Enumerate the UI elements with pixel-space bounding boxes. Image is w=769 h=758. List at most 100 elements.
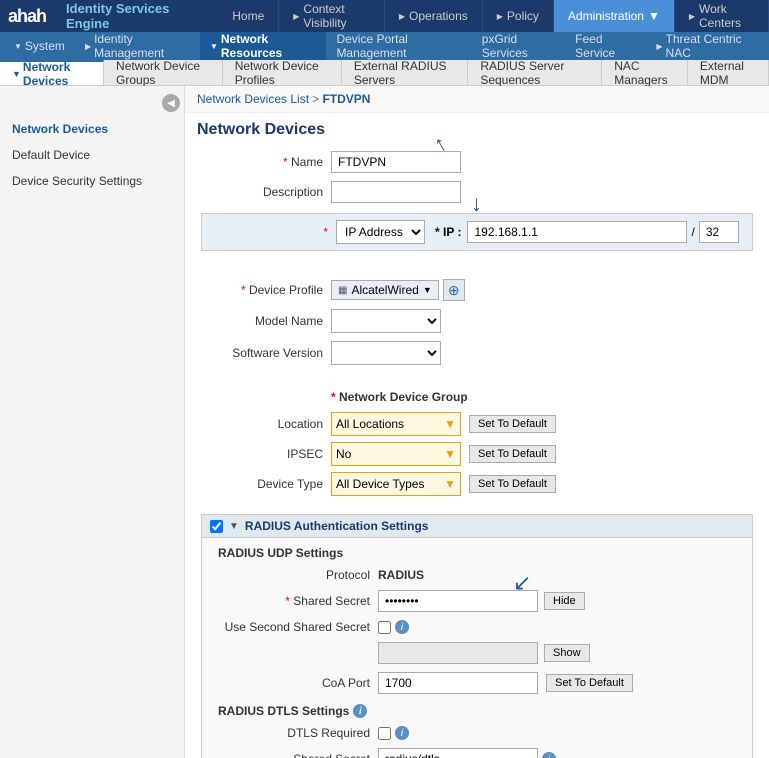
- show-btn[interactable]: Show: [544, 644, 590, 662]
- sidebar-item-device-security[interactable]: Device Security Settings: [0, 168, 184, 194]
- description-input[interactable]: [331, 181, 461, 203]
- ip-slash: /: [687, 225, 698, 239]
- name-label: Name: [201, 155, 331, 169]
- tab-network-device-profiles[interactable]: Network Device Profiles: [223, 60, 342, 85]
- nav-system[interactable]: ▼System: [4, 32, 75, 60]
- tab-external-mdm[interactable]: External MDM: [688, 60, 769, 85]
- location-set-default-btn[interactable]: Set To Default: [469, 415, 556, 433]
- coa-port-input[interactable]: [378, 672, 538, 694]
- tab-network-device-groups[interactable]: Network Device Groups: [104, 60, 223, 85]
- location-select[interactable]: All Locations ▼: [331, 412, 461, 436]
- dtls-required-row: DTLS Required i: [218, 726, 736, 740]
- nav-work-centers[interactable]: ▶Work Centers: [675, 0, 769, 32]
- nav-operations[interactable]: ▶Operations: [385, 0, 483, 32]
- name-row: Name: [201, 151, 753, 173]
- ise-title: Identity Services Engine: [54, 1, 218, 31]
- second-shared-secret-row: Show: [218, 642, 736, 664]
- model-name-select[interactable]: [331, 309, 441, 333]
- radius-udp-title: RADIUS UDP Settings: [218, 546, 736, 560]
- nav-network-resources[interactable]: ▼Network Resources: [200, 32, 327, 60]
- coa-set-default-btn[interactable]: Set To Default: [546, 674, 633, 692]
- second-shared-secret-input[interactable]: [378, 642, 538, 664]
- ipsec-dropdown-icon: ▼: [444, 447, 456, 461]
- protocol-label: Protocol: [218, 568, 378, 582]
- nav-context-visibility[interactable]: ▶Context Visibility: [279, 0, 385, 32]
- ip-input[interactable]: [467, 221, 687, 243]
- tab-network-devices[interactable]: ▼Network Devices: [0, 60, 104, 85]
- arrow-ip: ↓: [471, 191, 482, 217]
- sidebar-item-network-devices[interactable]: Network Devices: [0, 116, 184, 142]
- protocol-row: Protocol RADIUS: [218, 568, 736, 582]
- model-name-row: Model Name: [201, 309, 753, 333]
- nav-home[interactable]: Home: [218, 0, 279, 32]
- shared-secret-label: Shared Secret: [218, 594, 378, 608]
- use-second-label: Use Second Shared Secret: [218, 620, 378, 634]
- ip-colon: * IP :: [429, 225, 467, 239]
- tab-radius-sequences[interactable]: RADIUS Server Sequences: [468, 60, 602, 85]
- radius-header: ▼ RADIUS Authentication Settings: [202, 515, 752, 538]
- nav-feed-service[interactable]: Feed Service: [565, 32, 646, 60]
- ipsec-select[interactable]: No ▼: [331, 442, 461, 466]
- ip-type-select[interactable]: IP Address: [336, 220, 425, 244]
- dtls-shared-secret-info-icon[interactable]: i: [542, 752, 556, 758]
- hide-btn[interactable]: Hide: [544, 592, 585, 610]
- use-second-secret-row: Use Second Shared Secret i: [218, 620, 736, 634]
- location-dropdown-icon: ▼: [444, 417, 456, 431]
- ndg-label: Network Device Group: [331, 390, 468, 404]
- software-version-select[interactable]: [331, 341, 441, 365]
- nav-administration[interactable]: Administration▼: [554, 0, 675, 32]
- ip-mask-input[interactable]: [699, 221, 739, 243]
- ndg-section: Network Device Group Location All Locati…: [185, 381, 769, 506]
- device-profile-select[interactable]: ▦ AlcatelWired ▼: [331, 280, 439, 300]
- device-profile-label: Device Profile: [201, 283, 331, 297]
- protocol-value: RADIUS: [378, 568, 424, 582]
- device-type-row: Device Type All Device Types ▼ Set To De…: [201, 472, 753, 496]
- ip-type-label: [206, 225, 336, 239]
- cisco-logo: ahah: [0, 6, 54, 27]
- content-area: Network Devices List > FTDVPN Network De…: [185, 86, 769, 758]
- ipsec-label: IPSEC: [201, 447, 331, 461]
- dtls-required-info-icon[interactable]: i: [395, 726, 409, 740]
- dtls-shared-secret-input[interactable]: [378, 748, 538, 758]
- device-profile-add-btn[interactable]: ⊕: [443, 279, 465, 301]
- radius-title: RADIUS Authentication Settings: [245, 519, 429, 533]
- use-second-info-icon[interactable]: i: [395, 620, 409, 634]
- use-second-checkbox[interactable]: [378, 621, 391, 634]
- radius-section: ▼ RADIUS Authentication Settings RADIUS …: [201, 514, 753, 758]
- nav-pxgrid[interactable]: pxGrid Services: [472, 32, 565, 60]
- third-navigation: ▼Network Devices Network Device Groups N…: [0, 60, 769, 86]
- dtls-title: RADIUS DTLS Settings i: [218, 704, 736, 718]
- second-navigation: ▼System ▶Identity Management ▼Network Re…: [0, 32, 769, 60]
- breadcrumb-list-link[interactable]: Network Devices List: [197, 92, 309, 106]
- location-row: Location All Locations ▼ Set To Default: [201, 412, 753, 436]
- location-label: Location: [201, 417, 331, 431]
- device-type-select[interactable]: All Device Types ▼: [331, 472, 461, 496]
- breadcrumb: Network Devices List > FTDVPN: [185, 86, 769, 113]
- coa-port-label: CoA Port: [218, 676, 378, 690]
- tab-nac-managers[interactable]: NAC Managers: [602, 60, 688, 85]
- nav-identity-management[interactable]: ▶Identity Management: [75, 32, 200, 60]
- nav-policy[interactable]: ▶Policy: [483, 0, 554, 32]
- description-label: Description: [201, 185, 331, 199]
- top-navigation: ahah Identity Services Engine Home ▶Cont…: [0, 0, 769, 32]
- radius-body: RADIUS UDP Settings ↙ Protocol RADIUS Sh…: [202, 538, 752, 758]
- sidebar-collapse-btn[interactable]: ◀: [162, 94, 180, 112]
- software-version-label: Software Version: [201, 346, 331, 360]
- sidebar-item-default-device[interactable]: Default Device: [0, 142, 184, 168]
- radius-checkbox[interactable]: [210, 520, 223, 533]
- dtls-section: RADIUS DTLS Settings i DTLS Required i S…: [218, 704, 736, 758]
- ipsec-set-default-btn[interactable]: Set To Default: [469, 445, 556, 463]
- dtls-shared-secret-label: Shared Secret: [218, 752, 378, 758]
- model-name-label: Model Name: [201, 314, 331, 328]
- dtls-required-checkbox[interactable]: [378, 727, 391, 740]
- device-type-label: Device Type: [201, 477, 331, 491]
- dtls-info-icon[interactable]: i: [353, 704, 367, 718]
- radius-collapse-icon: ▼: [229, 521, 239, 532]
- main-layout: ◀ Network Devices Default Device Device …: [0, 86, 769, 758]
- device-profile-row: Device Profile ▦ AlcatelWired ▼ ⊕: [201, 279, 753, 301]
- nav-device-portal[interactable]: Device Portal Management: [326, 32, 471, 60]
- tab-external-radius[interactable]: External RADIUS Servers: [342, 60, 469, 85]
- ndg-title: Network Device Group: [201, 389, 753, 404]
- device-type-set-default-btn[interactable]: Set To Default: [469, 475, 556, 493]
- nav-threat-centric[interactable]: ▶Threat Centric NAC: [646, 32, 765, 60]
